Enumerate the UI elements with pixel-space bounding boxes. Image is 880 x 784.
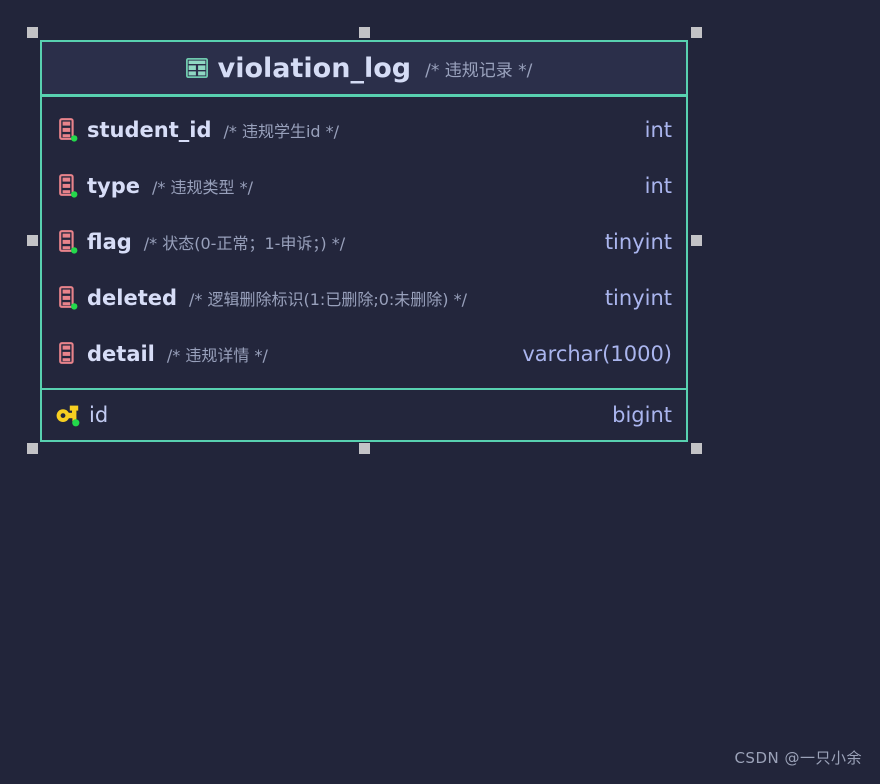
handle-top-left[interactable]	[27, 27, 38, 38]
table-row[interactable]: type /* 违规类型 */ int	[42, 158, 686, 214]
primary-key-icon	[56, 405, 80, 427]
primary-key-row[interactable]: id bigint	[42, 388, 686, 440]
table-entity-violation-log[interactable]: violation_log /* 违规记录 */ student_id /* 违…	[40, 40, 688, 442]
column-icon	[59, 342, 74, 364]
table-row[interactable]: deleted /* 逻辑删除标识(1:已删除;0:未删除) */ tinyin…	[42, 270, 686, 326]
watermark: CSDN @一只小余	[734, 749, 862, 767]
handle-bottom-left[interactable]	[27, 443, 38, 454]
column-comment: /* 违规类型 */	[152, 178, 253, 197]
table-header[interactable]: violation_log /* 违规记录 */	[42, 42, 686, 97]
column-comment: /* 违规详情 */	[166, 346, 268, 365]
diagram-canvas[interactable]: violation_log /* 违规记录 */ student_id /* 违…	[0, 0, 880, 784]
handle-top-center[interactable]	[359, 27, 370, 38]
handle-middle-right[interactable]	[691, 235, 702, 246]
primary-key-type: bigint	[612, 403, 672, 427]
table-row[interactable]: detail /* 违规详情 */ varchar(1000)	[42, 326, 686, 382]
column-not-null-icon	[59, 118, 78, 142]
column-name: type	[87, 174, 141, 198]
table-row[interactable]: student_id /* 违规学生id */ int	[42, 102, 686, 158]
column-type: tinyint	[604, 230, 672, 254]
handle-top-right[interactable]	[691, 27, 702, 38]
primary-key-name: id	[89, 403, 109, 427]
column-not-null-icon	[59, 174, 78, 198]
column-list: student_id /* 违规学生id */ int type /* 违规类型…	[42, 97, 686, 388]
column-name: student_id	[87, 118, 212, 142]
handle-bottom-center[interactable]	[359, 443, 370, 454]
handle-middle-left[interactable]	[27, 235, 38, 246]
table-name: violation_log	[217, 52, 412, 84]
column-comment: /* 违规学生id */	[223, 122, 340, 141]
table-row[interactable]: flag /* 状态(0-正常；1-申诉；) */ tinyint	[42, 214, 686, 270]
column-name: detail	[87, 342, 155, 366]
column-comment: /* 状态(0-正常；1-申诉；) */	[143, 234, 346, 253]
column-name: deleted	[87, 286, 178, 310]
column-name: flag	[87, 230, 132, 254]
column-not-null-icon	[59, 230, 78, 254]
column-not-null-icon	[59, 286, 78, 310]
table-comment: /* 违规记录 */	[425, 60, 533, 81]
table-grid-icon	[185, 58, 208, 78]
column-type: int	[644, 118, 672, 142]
column-comment: /* 逻辑删除标识(1:已删除;0:未删除) */	[189, 290, 468, 309]
column-type: tinyint	[604, 286, 672, 310]
handle-bottom-right[interactable]	[691, 443, 702, 454]
column-type: varchar(1000)	[522, 342, 672, 366]
column-type: int	[644, 174, 672, 198]
